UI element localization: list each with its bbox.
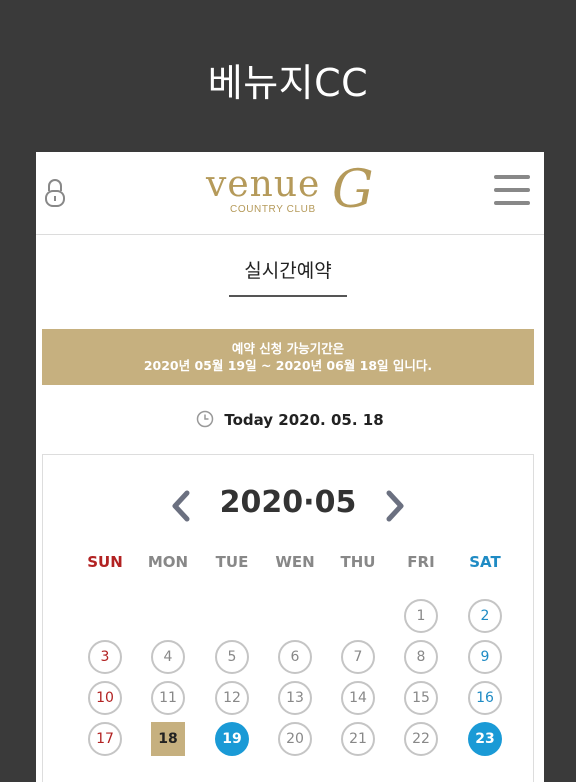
day-grid: 1 2 3 4 5 6 7 8 9 10 11 12 13 14 15 16 17 18 19 20 21 22 23 — [43, 455, 533, 782]
calendar-day-15[interactable]: 15 — [404, 681, 438, 715]
calendar-day-4[interactable]: 4 — [151, 640, 185, 674]
today-label: Today 2020. 05. 18 — [224, 411, 384, 429]
calendar-day-23[interactable]: 23 — [468, 722, 502, 756]
calendar-day-12[interactable]: 12 — [215, 681, 249, 715]
reservation-period-notice: 예약 신청 가능기간은 2020년 05월 19일 ~ 2020년 06월 18… — [42, 329, 534, 385]
logo-subtitle: COUNTRY CLUB — [230, 204, 316, 215]
calendar-day-14[interactable]: 14 — [341, 681, 375, 715]
calendar-day-6[interactable]: 6 — [278, 640, 312, 674]
today-indicator: Today 2020. 05. 18 — [36, 410, 544, 429]
calendar-day-19[interactable]: 19 — [215, 722, 249, 756]
calendar-day-2[interactable]: 2 — [468, 599, 502, 633]
calendar-day-5[interactable]: 5 — [215, 640, 249, 674]
notice-line-2: 2020년 05월 19일 ~ 2020년 06월 18일 입니다. — [143, 358, 433, 373]
calendar-day-11[interactable]: 11 — [151, 681, 185, 715]
app-screen: venue COUNTRY CLUB G 실시간예약 예약 신청 가능기간은 2… — [36, 152, 544, 782]
logo-mark: G — [332, 160, 374, 220]
calendar-day-21[interactable]: 21 — [341, 722, 375, 756]
calendar: 2020·05 SUN MON TUE WEN THU FRI SAT 1234567891… — [42, 454, 534, 782]
logo-wordmark: venue — [206, 164, 321, 205]
clock-icon — [197, 410, 214, 428]
calendar-day-18[interactable]: 18 — [151, 722, 185, 756]
calendar-day-10[interactable]: 10 — [88, 681, 122, 715]
calendar-day-7[interactable]: 7 — [341, 640, 375, 674]
lock-icon[interactable] — [44, 178, 66, 208]
calendar-day-1[interactable]: 1 — [404, 599, 438, 633]
calendar-day-8[interactable]: 8 — [404, 640, 438, 674]
top-bar: venue COUNTRY CLUB G — [36, 152, 544, 235]
venue-logo[interactable]: venue COUNTRY CLUB G — [206, 160, 376, 226]
menu-icon[interactable] — [494, 174, 530, 206]
calendar-day-20[interactable]: 20 — [278, 722, 312, 756]
calendar-day-13[interactable]: 13 — [278, 681, 312, 715]
calendar-day-17[interactable]: 17 — [88, 722, 122, 756]
calendar-day-16[interactable]: 16 — [468, 681, 502, 715]
calendar-day-9[interactable]: 9 — [468, 640, 502, 674]
notice-line-1: 예약 신청 가능기간은 — [231, 341, 345, 356]
section-title: 실시간예약 — [229, 256, 347, 297]
page-title: 베뉴지CC — [207, 61, 369, 105]
calendar-day-3[interactable]: 3 — [88, 640, 122, 674]
calendar-day-22[interactable]: 22 — [404, 722, 438, 756]
